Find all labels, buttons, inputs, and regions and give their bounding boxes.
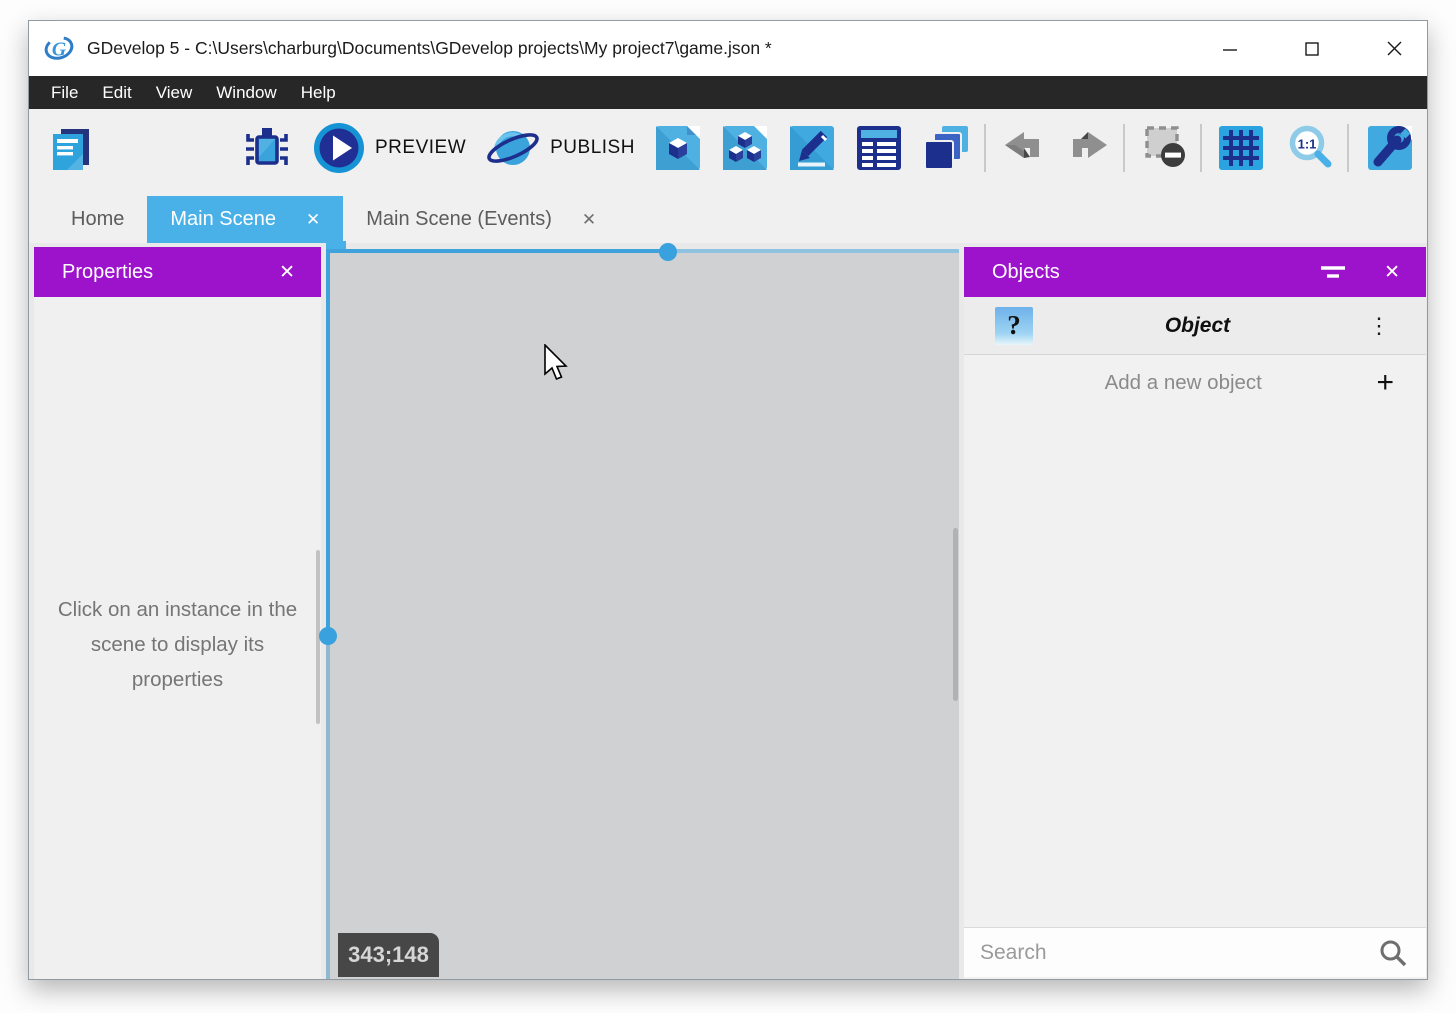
project-manager-button[interactable]	[46, 123, 96, 173]
deselect-icon	[1140, 123, 1190, 173]
resize-handle-left[interactable]	[319, 627, 337, 645]
object-name: Object	[1033, 314, 1362, 338]
close-panel-icon[interactable]: ✕	[279, 261, 295, 284]
editor-content: Properties ✕ Click on an instance in the…	[29, 243, 1427, 979]
edit-pencil-icon	[788, 124, 836, 172]
object-groups-icon	[721, 124, 769, 172]
object-list-item[interactable]: ? Object ⋮	[964, 297, 1426, 355]
search-input[interactable]	[980, 941, 1378, 965]
instances-list-icon	[855, 124, 903, 172]
tab-main-scene-label: Main Scene	[170, 208, 276, 231]
setup-grid-button[interactable]	[1366, 124, 1414, 172]
zoom-one-to-one-button[interactable]: 1:1	[1285, 123, 1335, 173]
canvas-scrollbar[interactable]	[953, 528, 958, 701]
tab-home[interactable]: Home	[48, 196, 147, 243]
properties-panel: Properties ✕ Click on an instance in the…	[34, 247, 321, 979]
properties-panel-title: Properties	[62, 261, 279, 284]
toolbar-separator	[984, 124, 986, 172]
close-tab-icon[interactable]: ✕	[582, 210, 596, 230]
scene-canvas[interactable]: 343;148	[326, 249, 959, 979]
add-object-label: Add a new object	[990, 371, 1376, 395]
object-search-bar	[964, 927, 1426, 977]
undo-button[interactable]	[1001, 131, 1045, 165]
tab-main-scene-events[interactable]: Main Scene (Events) ✕	[343, 196, 619, 243]
object-cube-icon	[654, 124, 702, 172]
tab-main-scene[interactable]: Main Scene ✕	[147, 196, 343, 243]
redo-icon	[1067, 131, 1111, 165]
properties-empty-message: Click on an instance in the scene to dis…	[34, 592, 321, 697]
tab-home-label: Home	[71, 208, 124, 231]
mouse-cursor	[544, 344, 571, 384]
instances-list-button[interactable]	[855, 124, 903, 172]
close-tab-icon[interactable]: ✕	[306, 210, 320, 230]
project-manager-icon	[46, 123, 96, 173]
menu-bar: File Edit View Window Help	[29, 76, 1427, 109]
add-object-plus-icon[interactable]: +	[1376, 368, 1394, 398]
debugger-button[interactable]	[240, 122, 292, 174]
search-icon[interactable]	[1378, 938, 1408, 968]
globe-icon	[485, 121, 541, 175]
toggle-grid-button[interactable]	[1217, 124, 1265, 172]
svg-text:1:1: 1:1	[1298, 136, 1317, 151]
publish-label: PUBLISH	[550, 137, 635, 159]
minimize-button[interactable]	[1215, 34, 1245, 64]
toolbar-separator	[1200, 124, 1202, 172]
object-menu-icon[interactable]: ⋮	[1368, 315, 1390, 337]
objects-panel-header: Objects ✕	[964, 247, 1426, 297]
redo-button[interactable]	[1067, 131, 1111, 165]
resize-handle-top[interactable]	[659, 243, 677, 261]
window-title: GDevelop 5 - C:\Users\charburg\Documents…	[87, 38, 772, 59]
filter-icon[interactable]	[1320, 265, 1346, 279]
add-object-row[interactable]: Add a new object +	[964, 355, 1426, 411]
grid-icon	[1217, 124, 1265, 172]
title-bar: G GDevelop 5 - C:\Users\charburg\Documen…	[29, 21, 1427, 76]
objects-panel-title: Objects	[992, 261, 1320, 284]
menu-view[interactable]: View	[144, 76, 205, 109]
object-groups-button[interactable]	[721, 124, 769, 172]
properties-panel-header: Properties ✕	[34, 247, 321, 297]
toolbar-separator	[1123, 124, 1125, 172]
object-thumbnail: ?	[995, 307, 1033, 345]
undo-icon	[1001, 131, 1045, 165]
menu-help[interactable]: Help	[289, 76, 348, 109]
layers-icon	[922, 124, 970, 172]
wrench-icon	[1366, 124, 1414, 172]
maximize-button[interactable]	[1297, 34, 1327, 64]
menu-edit[interactable]: Edit	[90, 76, 143, 109]
menu-file[interactable]: File	[39, 76, 90, 109]
objects-panel: Objects ✕ ? Object ⋮ Add a new object +	[964, 247, 1426, 979]
tab-main-scene-events-label: Main Scene (Events)	[366, 208, 552, 231]
scene-border-left-selected	[326, 249, 330, 636]
gdevelop-window: G GDevelop 5 - C:\Users\charburg\Documen…	[28, 20, 1428, 980]
close-button[interactable]	[1379, 34, 1409, 64]
publish-button[interactable]: PUBLISH	[485, 121, 635, 175]
close-panel-icon[interactable]: ✕	[1384, 261, 1400, 284]
desktop-background: G GDevelop 5 - C:\Users\charburg\Documen…	[0, 0, 1456, 1013]
gdevelop-logo-icon: G	[44, 34, 74, 64]
active-tab-nub	[326, 241, 346, 249]
svg-text:G: G	[52, 38, 66, 60]
play-icon	[312, 121, 366, 175]
scene-properties-button[interactable]	[788, 124, 836, 172]
deselect-all-button[interactable]	[1140, 123, 1190, 173]
menu-window[interactable]: Window	[204, 76, 288, 109]
toolbar: PREVIEW PUBLISH	[29, 109, 1427, 186]
layers-button[interactable]	[922, 124, 970, 172]
scene-border-top-selected	[326, 249, 668, 253]
coordinates-tooltip: 343;148	[338, 933, 439, 977]
debugger-icon	[240, 122, 292, 174]
preview-label: PREVIEW	[375, 137, 466, 159]
zoom-1-1-icon: 1:1	[1285, 123, 1335, 173]
preview-button[interactable]: PREVIEW	[312, 121, 466, 175]
objects-editor-button[interactable]	[654, 124, 702, 172]
toolbar-separator	[1347, 124, 1349, 172]
editor-tab-bar: Home Main Scene ✕ Main Scene (Events) ✕	[29, 186, 1427, 243]
